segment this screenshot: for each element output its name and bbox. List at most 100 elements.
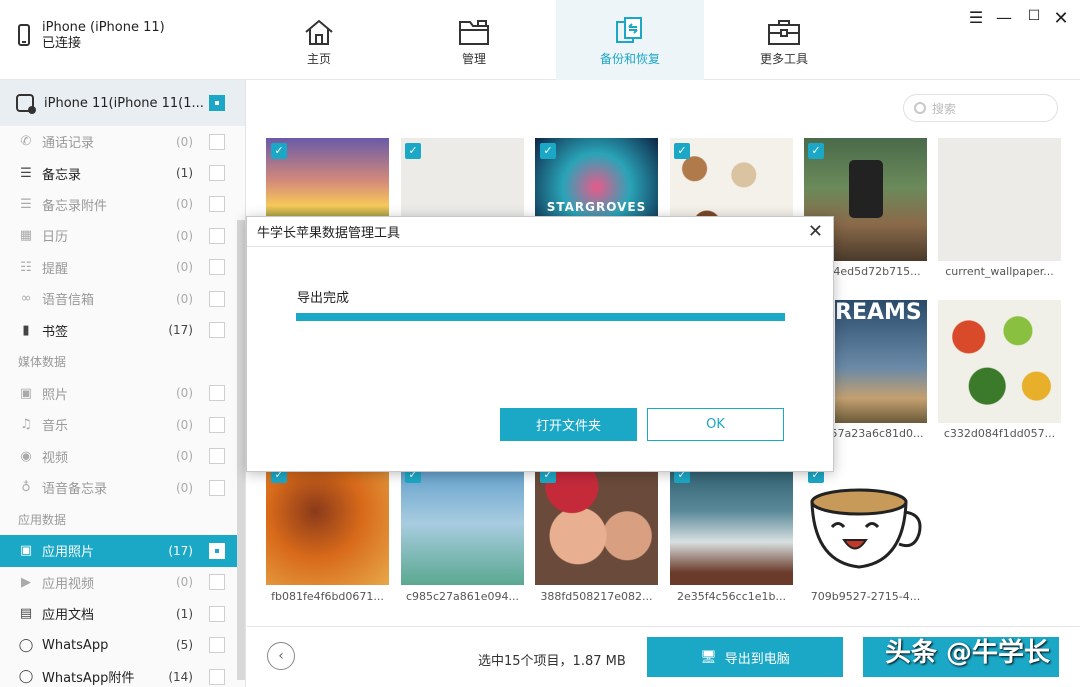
photo-thumbnail[interactable]: [938, 300, 1061, 423]
phone-icon: ✆: [18, 134, 34, 149]
tab-manage-label: 管理: [400, 50, 548, 67]
sidebar-item-checkbox[interactable]: [209, 606, 225, 622]
sidebar-item-app-video[interactable]: ▶ 应用视频 (0): [0, 567, 245, 598]
reminder-icon: ☷: [18, 260, 34, 275]
sidebar-item-checkbox[interactable]: [209, 228, 225, 244]
sidebar-item-calendar[interactable]: ▦ 日历 (0): [0, 220, 245, 251]
search-placeholder: 搜索: [932, 100, 956, 117]
backup-restore-icon: [556, 0, 704, 50]
toolbox-icon: [710, 0, 858, 50]
sidebar-item-label: 语音信箱: [42, 289, 94, 308]
sidebar-item-reminder[interactable]: ☷ 提醒 (0): [0, 252, 245, 283]
dialog-title-bar: 牛学长苹果数据管理工具 ✕: [247, 217, 833, 247]
open-folder-button[interactable]: 打开文件夹: [500, 408, 637, 441]
app-video-icon: ▶: [18, 575, 34, 590]
sidebar-item-label: 备忘录附件: [42, 195, 107, 214]
sidebar-item-label: 应用照片: [42, 541, 94, 560]
device-status: 已连接: [42, 36, 165, 52]
export-progress-bar: [296, 313, 785, 321]
monitor-icon: 🖥: [700, 650, 717, 665]
photo-checkbox[interactable]: ✓: [674, 143, 690, 159]
sidebar-item-bookmarks[interactable]: ▮ 书签 (17): [0, 314, 245, 345]
back-button[interactable]: ‹: [267, 642, 295, 670]
dialog-close-icon[interactable]: ✕: [808, 221, 823, 242]
home-icon: [245, 0, 393, 50]
sidebar-item-checkbox[interactable]: [209, 259, 225, 275]
calendar-icon: ▦: [18, 228, 34, 243]
sidebar-item-count: (17): [168, 323, 193, 337]
device-backup-icon: [16, 94, 34, 112]
tab-manage[interactable]: 管理: [400, 0, 548, 80]
sidebar-item-checkbox[interactable]: [209, 385, 225, 401]
tab-home-label: 主页: [245, 50, 393, 67]
sidebar-item-app-docs[interactable]: ▤ 应用文档 (1): [0, 598, 245, 629]
photo-caption: 2e35f4c56cc1e1b...: [670, 590, 793, 603]
sidebar-item-whatsapp[interactable]: ◯ WhatsApp (5): [0, 629, 245, 660]
photo-thumbnail[interactable]: [938, 138, 1061, 261]
sidebar-item-call-log[interactable]: ✆ 通话记录 (0): [0, 126, 245, 157]
sidebar-item-voicemail[interactable]: ∞ 语音信箱 (0): [0, 283, 245, 314]
sidebar-item-video[interactable]: ◉ 视频 (0): [0, 441, 245, 472]
tab-more-tools-label: 更多工具: [710, 50, 858, 67]
sidebar-item-checkbox[interactable]: [209, 574, 225, 590]
photo-checkbox[interactable]: ✓: [271, 143, 287, 159]
sidebar-item-label: 日历: [42, 226, 68, 245]
sidebar-item-notes[interactable]: ☰ 备忘录 (1): [0, 157, 245, 188]
sidebar-item-app-photos[interactable]: ▣ 应用照片 (17): [0, 535, 245, 566]
sidebar-item-label: 提醒: [42, 258, 68, 277]
search-input[interactable]: 搜索: [903, 94, 1058, 122]
tab-home[interactable]: 主页: [245, 0, 393, 80]
sidebar-item-notes-attachment[interactable]: ☰ 备忘录附件 (0): [0, 189, 245, 220]
search-icon: [914, 102, 926, 114]
maximize-icon[interactable]: ☐: [1023, 8, 1045, 24]
selection-info: 选中15个项目，1.87 MB: [478, 650, 626, 669]
sidebar-device-row[interactable]: iPhone 11(iPhone 11(1...: [0, 80, 245, 126]
video-icon: ◉: [18, 449, 34, 464]
sidebar-item-count: (0): [176, 292, 193, 306]
sidebar-item-music[interactable]: ♫ 音乐 (0): [0, 409, 245, 440]
sidebar-item-checkbox[interactable]: [209, 543, 225, 559]
app-doc-icon: ▤: [18, 606, 34, 621]
photo-checkbox[interactable]: ✓: [540, 143, 556, 159]
sidebar-item-count: (1): [176, 607, 193, 621]
sidebar-item-whatsapp-attachment[interactable]: ◯ WhatsApp附件 (14): [0, 661, 245, 687]
sidebar-item-checkbox[interactable]: [209, 637, 225, 653]
sidebar-item-checkbox[interactable]: [209, 134, 225, 150]
sidebar-item-checkbox[interactable]: [209, 291, 225, 307]
dialog-title: 牛学长苹果数据管理工具: [257, 222, 400, 241]
photo-caption: c332d084f1dd057...: [938, 427, 1061, 440]
ok-button[interactable]: OK: [647, 408, 784, 441]
sidebar-item-checkbox[interactable]: [209, 196, 225, 212]
sidebar-item-label: 通话记录: [42, 132, 94, 151]
photo-checkbox[interactable]: ✓: [808, 143, 824, 159]
sidebar-item-count: (0): [176, 575, 193, 589]
sidebar-item-count: (0): [176, 418, 193, 432]
menu-icon[interactable]: ☰: [965, 8, 987, 27]
tab-backup-restore[interactable]: 备份和恢复: [556, 0, 704, 80]
close-icon[interactable]: ✕: [1050, 8, 1072, 29]
minimize-icon[interactable]: —: [993, 8, 1015, 27]
photo-checkbox[interactable]: ✓: [405, 143, 421, 159]
sidebar-item-label: WhatsApp附件: [42, 667, 134, 686]
chevron-left-icon: ‹: [278, 648, 284, 664]
sidebar-item-checkbox[interactable]: [209, 669, 225, 685]
sidebar-item-photos[interactable]: ▣ 照片 (0): [0, 378, 245, 409]
sidebar-scrollbar[interactable]: [237, 220, 245, 680]
sidebar-item-count: (0): [176, 449, 193, 463]
sidebar-item-checkbox[interactable]: [209, 322, 225, 338]
photo-thumbnail[interactable]: REAMS: [835, 300, 927, 423]
sidebar-item-label: 语音备忘录: [42, 478, 107, 497]
sidebar-item-checkbox[interactable]: [209, 448, 225, 464]
export-to-pc-button[interactable]: 🖥 导出到电脑: [647, 637, 843, 677]
phone-icon: [18, 24, 30, 46]
device-checkbox[interactable]: [209, 95, 225, 111]
sidebar-item-voice-memo[interactable]: ♁ 语音备忘录 (0): [0, 472, 245, 503]
sidebar-item-checkbox[interactable]: [209, 165, 225, 181]
sidebar-item-checkbox[interactable]: [209, 417, 225, 433]
phone-in-photo: [849, 160, 883, 218]
sidebar-item-label: 应用视频: [42, 573, 94, 592]
sidebar-item-label: 备忘录: [42, 164, 81, 183]
sidebar-item-label: 照片: [42, 384, 68, 403]
sidebar-item-checkbox[interactable]: [209, 480, 225, 496]
tab-more-tools[interactable]: 更多工具: [710, 0, 858, 80]
